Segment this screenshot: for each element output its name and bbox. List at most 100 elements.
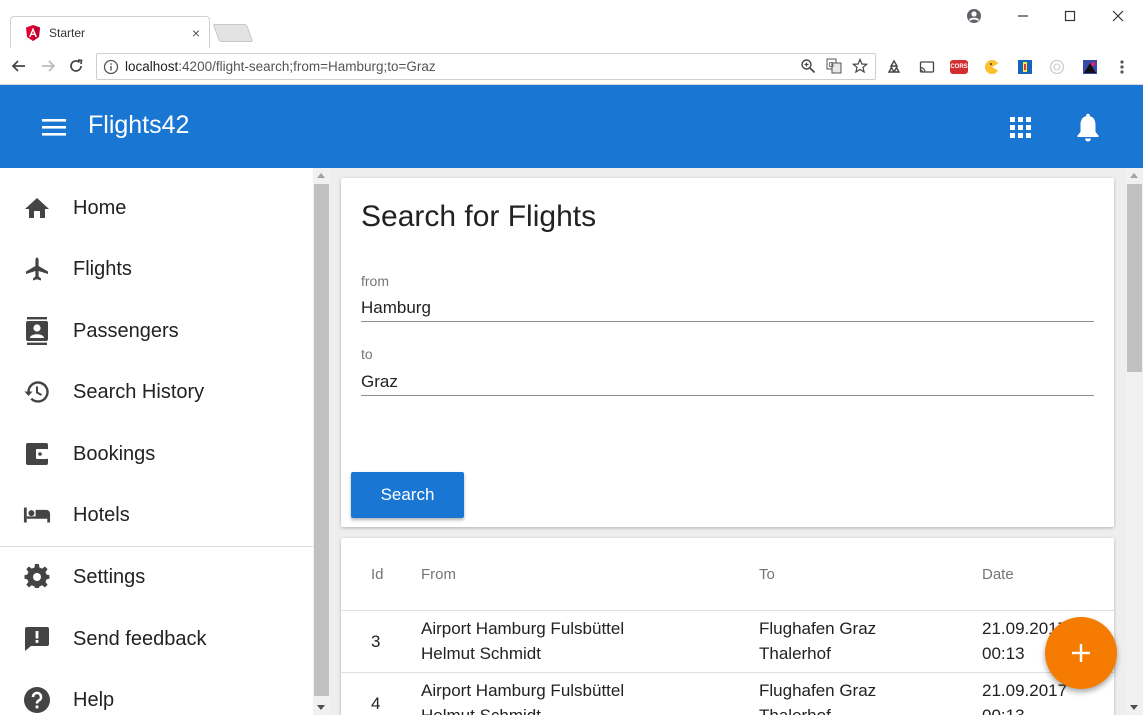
pacman-icon[interactable] — [983, 58, 1001, 76]
browser-tabstrip: Starter × — [0, 0, 1143, 48]
column-header-date: Date — [982, 566, 1014, 583]
from-label: from — [361, 273, 389, 289]
sidebar-item-settings[interactable]: Settings — [0, 547, 313, 607]
contacts-icon — [23, 317, 51, 345]
svg-text:G: G — [829, 62, 834, 69]
from-input[interactable] — [361, 294, 1094, 322]
app-title[interactable]: Flights42 — [88, 111, 189, 140]
cell-time: 00:13 — [982, 644, 1025, 663]
sidebar-item-search-history[interactable]: Search History — [0, 362, 313, 422]
sidebar-item-hotels[interactable]: Hotels — [0, 485, 313, 545]
main-content: Search for Flights from to Search Id Fro… — [330, 168, 1126, 715]
history-icon — [23, 378, 51, 406]
url-text: localhost:4200/flight-search;from=Hambur… — [125, 59, 436, 74]
wallet-icon — [23, 440, 51, 468]
recycle-icon[interactable] — [885, 58, 903, 76]
sidebar-item-flights[interactable]: Flights — [0, 239, 313, 299]
sidebar: Home Flights Passengers Search History B… — [0, 168, 313, 715]
cell-to: Flughafen Graz — [759, 681, 877, 700]
sidebar-scrollbar-thumb[interactable] — [314, 184, 329, 696]
cell-date: 21.09.2017 — [982, 681, 1068, 700]
cell-id: 3 — [371, 632, 381, 651]
cell-time: 00:13 — [982, 703, 1025, 715]
ext-purple-icon[interactable] — [1081, 58, 1099, 76]
minimize-icon[interactable] — [1006, 4, 1040, 28]
app-header: Flights42 — [0, 85, 1143, 168]
plus-icon — [1070, 642, 1092, 664]
zoom-icon[interactable] — [799, 57, 817, 75]
cell-from-sub: Helmut Schmidt — [421, 644, 541, 663]
sidebar-item-bookings[interactable]: Bookings — [0, 424, 313, 484]
info-icon[interactable] — [103, 59, 119, 75]
forward-icon[interactable] — [37, 56, 59, 76]
sidebar-item-passengers[interactable]: Passengers — [0, 301, 313, 361]
cell-from-sub: Helmut Schmidt — [421, 703, 541, 715]
table-divider — [341, 672, 1114, 673]
cast-icon[interactable] — [918, 58, 936, 76]
sidebar-item-label: Search History — [73, 380, 205, 403]
tab-close-icon[interactable]: × — [183, 25, 209, 41]
gear-icon — [23, 563, 51, 591]
ext-ghost-icon[interactable] — [1048, 58, 1066, 76]
main-scrollbar-thumb[interactable] — [1127, 184, 1142, 372]
browser-toolbar: localhost:4200/flight-search;from=Hambur… — [0, 48, 1143, 85]
scroll-up-icon[interactable] — [1130, 173, 1138, 178]
back-icon[interactable] — [8, 56, 30, 76]
translate-icon[interactable]: G — [825, 57, 843, 75]
browser-tab[interactable]: Starter × — [10, 16, 210, 48]
more-icon[interactable] — [1113, 58, 1131, 76]
url-host: localhost — [125, 59, 179, 74]
cell-to-sub: Thalerhof — [759, 644, 831, 663]
sidebar-item-label: Flights — [73, 257, 132, 280]
search-card: Search for Flights from to Search — [341, 178, 1114, 527]
help-icon — [23, 686, 51, 714]
sidebar-item-label: Bookings — [73, 442, 156, 465]
cors-label: CORS — [950, 64, 968, 70]
cell-from: Airport Hamburg Fulsbüttel — [421, 619, 625, 638]
sidebar-scrollbar[interactable] — [313, 168, 330, 715]
scroll-down-icon[interactable] — [1130, 705, 1138, 710]
cell-to-sub: Thalerhof — [759, 703, 831, 715]
tab-title: Starter — [49, 25, 86, 40]
reload-icon[interactable] — [65, 56, 87, 76]
sidebar-item-send-feedback[interactable]: Send feedback — [0, 609, 313, 669]
close-icon[interactable] — [1101, 4, 1135, 28]
menu-icon[interactable] — [40, 115, 68, 139]
to-input[interactable] — [361, 368, 1094, 396]
bell-icon[interactable] — [1074, 113, 1102, 143]
page-title: Search for Flights — [361, 200, 597, 233]
scroll-up-icon[interactable] — [317, 173, 325, 178]
sidebar-item-home[interactable]: Home — [0, 178, 313, 238]
cell-from: Airport Hamburg Fulsbüttel — [421, 681, 625, 700]
to-label: to — [361, 346, 373, 362]
add-fab-button[interactable] — [1045, 617, 1117, 689]
sidebar-item-label: Settings — [73, 565, 146, 588]
apps-grid-icon[interactable] — [1008, 115, 1034, 141]
profile-icon[interactable] — [957, 4, 991, 28]
maximize-icon[interactable] — [1053, 4, 1087, 28]
star-icon[interactable] — [851, 57, 869, 75]
url-path: :4200/flight-search;from=Hamburg;to=Graz — [178, 59, 436, 74]
results-table: Id From To Date 3 Airport Hamburg Fulsbü… — [341, 538, 1114, 715]
new-tab-button[interactable] — [212, 24, 254, 42]
sidebar-item-label: Passengers — [73, 319, 179, 342]
table-divider — [341, 610, 1114, 611]
sidebar-item-label: Hotels — [73, 503, 130, 526]
column-header-to: To — [759, 566, 775, 583]
sidebar-item-label: Help — [73, 688, 115, 711]
feedback-icon — [23, 625, 51, 653]
sidebar-item-help[interactable]: Help — [0, 670, 313, 715]
airplane-icon — [23, 255, 51, 283]
column-header-from: From — [421, 566, 456, 583]
address-bar[interactable]: localhost:4200/flight-search;from=Hambur… — [96, 53, 876, 80]
cell-to: Flughafen Graz — [759, 619, 877, 638]
column-header-id: Id — [371, 566, 384, 583]
angular-icon — [25, 24, 41, 41]
main-scrollbar[interactable] — [1126, 168, 1143, 715]
sidebar-item-label: Home — [73, 196, 127, 219]
ext-blue-icon[interactable] — [1016, 58, 1034, 76]
search-button[interactable]: Search — [351, 472, 464, 518]
scroll-down-icon[interactable] — [317, 705, 325, 710]
hotel-icon — [23, 501, 51, 529]
cors-icon[interactable]: CORS — [950, 58, 968, 76]
